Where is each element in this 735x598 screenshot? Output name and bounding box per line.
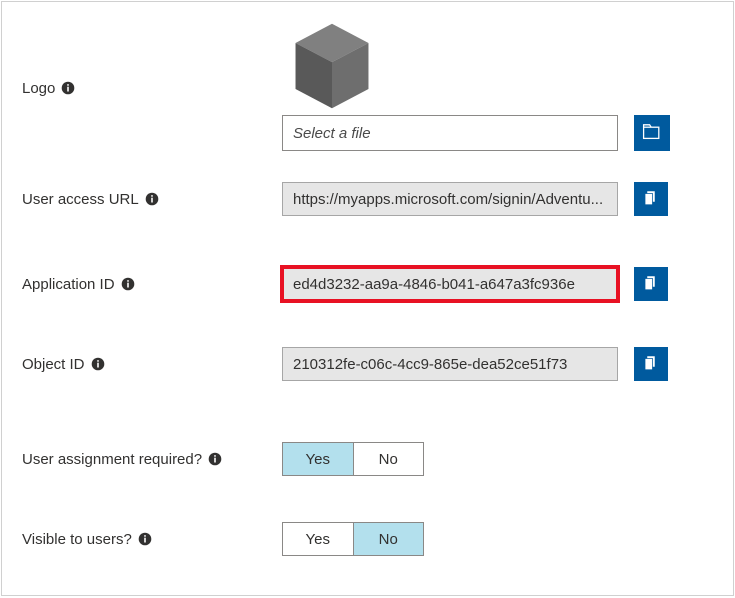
application-id-field: ed4d3232-aa9a-4846-b041-a647a3fc936e — [282, 267, 713, 301]
copy-button[interactable] — [634, 347, 668, 381]
label-object-id: Object ID — [22, 356, 282, 373]
label-user-access-url: User access URL — [22, 191, 282, 208]
toggle-user-assignment-required: Yes No — [282, 442, 424, 476]
properties-panel: Logo Select a file — [1, 1, 734, 596]
toggle-option-yes[interactable]: Yes — [283, 443, 354, 475]
toggle-visible-to-users: Yes No — [282, 522, 424, 556]
label-user-access-url-text: User access URL — [22, 191, 139, 208]
label-logo-text: Logo — [22, 80, 55, 97]
label-visible-to-users: Visible to users? — [22, 531, 282, 548]
label-visible-to-users-text: Visible to users? — [22, 531, 132, 548]
logo-preview-col — [282, 16, 713, 116]
info-icon[interactable] — [145, 192, 159, 206]
object-id-input[interactable]: 210312fe-c06c-4cc9-865e-dea52ce51f73 — [282, 347, 618, 381]
application-id-input[interactable]: ed4d3232-aa9a-4846-b041-a647a3fc936e — [282, 267, 618, 301]
row-application-id: Application ID ed4d3232-aa9a-4846-b041-a… — [2, 244, 733, 324]
user-assignment-required-field: Yes No — [282, 442, 713, 476]
toggle-option-no[interactable]: No — [354, 523, 424, 555]
label-user-assignment-required-text: User assignment required? — [22, 451, 202, 468]
cube-icon — [282, 16, 382, 116]
label-user-assignment-required: User assignment required? — [22, 451, 282, 468]
row-user-assignment-required: User assignment required? Yes No — [2, 404, 733, 494]
info-icon[interactable] — [61, 81, 75, 95]
user-access-url-input[interactable]: https://myapps.microsoft.com/signin/Adve… — [282, 182, 618, 216]
visible-to-users-field: Yes No — [282, 522, 713, 556]
info-icon[interactable] — [208, 452, 222, 466]
toggle-option-yes[interactable]: Yes — [283, 523, 354, 555]
file-select-input[interactable]: Select a file — [282, 115, 618, 151]
copy-icon — [642, 354, 660, 375]
row-logo: Logo — [2, 2, 733, 112]
toggle-option-no[interactable]: No — [354, 443, 424, 475]
label-object-id-text: Object ID — [22, 356, 85, 373]
browse-button[interactable] — [634, 115, 670, 151]
object-id-field: 210312fe-c06c-4cc9-865e-dea52ce51f73 — [282, 347, 713, 381]
copy-icon — [642, 274, 660, 295]
info-icon[interactable] — [91, 357, 105, 371]
info-icon[interactable] — [121, 277, 135, 291]
row-object-id: Object ID 210312fe-c06c-4cc9-865e-dea52c… — [2, 324, 733, 404]
label-application-id: Application ID — [22, 276, 282, 293]
info-icon[interactable] — [138, 532, 152, 546]
row-visible-to-users: Visible to users? Yes No — [2, 494, 733, 574]
file-select-field: Select a file — [282, 115, 713, 151]
copy-button[interactable] — [634, 182, 668, 216]
label-logo: Logo — [22, 36, 282, 97]
copy-button[interactable] — [634, 267, 668, 301]
user-access-url-field: https://myapps.microsoft.com/signin/Adve… — [282, 182, 713, 216]
label-application-id-text: Application ID — [22, 276, 115, 293]
row-user-access-url: User access URL https://myapps.microsoft… — [2, 154, 733, 244]
folder-open-icon — [642, 124, 662, 143]
row-file-select: Select a file — [2, 112, 733, 154]
copy-icon — [642, 189, 660, 210]
